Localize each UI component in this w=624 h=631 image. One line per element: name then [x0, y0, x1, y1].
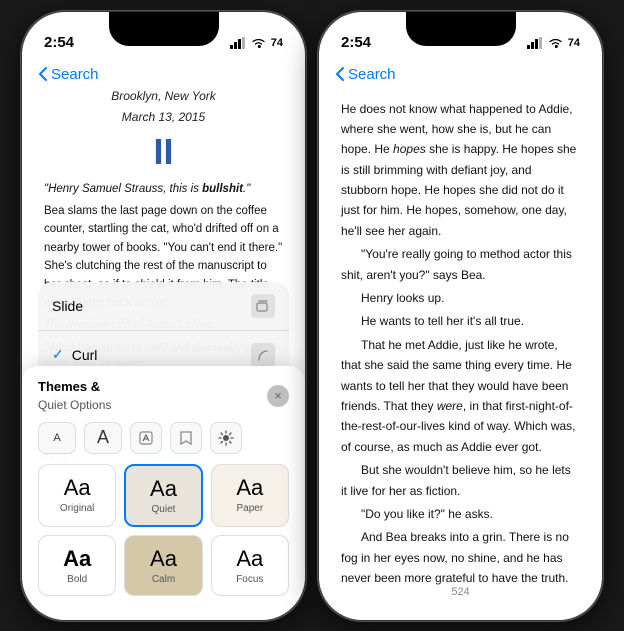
page-number: 524 — [451, 586, 469, 598]
theme-quiet[interactable]: Aa Quiet — [124, 464, 202, 527]
transition-slide-label: Slide — [52, 298, 83, 314]
status-icons-right: 74 — [527, 37, 580, 49]
transition-slide[interactable]: Slide — [38, 282, 289, 331]
back-button-left[interactable]: Search — [38, 66, 99, 83]
phones-container: 2:54 74 — [21, 11, 603, 621]
theme-calm-label: Calm — [135, 574, 191, 585]
transition-curl-label: Curl — [72, 347, 251, 363]
bookmark-button[interactable] — [170, 422, 202, 454]
right-phone: 2:54 74 — [318, 11, 603, 621]
font-small-button[interactable]: A — [38, 422, 76, 454]
theme-original-label: Original — [49, 503, 105, 514]
theme-calm[interactable]: Aa Calm — [124, 535, 202, 596]
brightness-button[interactable] — [210, 422, 242, 454]
wifi-icon-right — [548, 37, 563, 49]
slide-icon — [251, 294, 275, 318]
theme-bold-aa: Aa — [49, 546, 105, 572]
notch — [109, 12, 219, 46]
check-icon: ✓ — [52, 346, 64, 363]
theme-paper[interactable]: Aa Paper — [211, 464, 289, 527]
nav-bar-left[interactable]: Search — [22, 60, 305, 87]
nav-bar-right[interactable]: Search — [319, 60, 602, 87]
signal-icon — [230, 37, 246, 49]
theme-paper-label: Paper — [222, 503, 278, 514]
theme-calm-aa: Aa — [135, 546, 191, 572]
wifi-icon — [251, 37, 266, 49]
book-location: Brooklyn, New York — [44, 87, 283, 107]
status-icons-left: 74 — [230, 37, 283, 49]
font-controls: A A — [38, 422, 289, 454]
font-type-button[interactable] — [130, 422, 162, 454]
close-button[interactable]: × — [267, 385, 289, 407]
theme-quiet-aa: Aa — [136, 476, 190, 502]
theme-focus-aa: Aa — [222, 546, 278, 572]
notch-right — [406, 12, 516, 46]
battery-left: 74 — [271, 37, 283, 49]
book-date: March 13, 2015 — [44, 108, 283, 128]
font-large-button[interactable]: A — [84, 422, 122, 454]
time-right: 2:54 — [341, 34, 371, 51]
battery-right: 74 — [568, 37, 580, 49]
book-content-right: He does not know what happened to Addie,… — [319, 87, 602, 595]
theme-quiet-label: Quiet — [136, 504, 190, 515]
theme-focus[interactable]: Aa Focus — [211, 535, 289, 596]
theme-original-aa: Aa — [49, 475, 105, 501]
theme-grid: Aa Original Aa Quiet Aa Paper Aa Bold — [38, 464, 289, 596]
quiet-options-label: Quiet Options — [38, 398, 111, 412]
book-chapter: II — [44, 132, 283, 172]
themes-header: Themes & Quiet Options × — [38, 378, 289, 414]
theme-focus-label: Focus — [222, 574, 278, 585]
signal-icon-right — [527, 37, 543, 49]
theme-bold-label: Bold — [49, 574, 105, 585]
themes-title: Themes & — [38, 379, 100, 394]
time-left: 2:54 — [44, 34, 74, 51]
theme-original[interactable]: Aa Original — [38, 464, 116, 527]
theme-paper-aa: Aa — [222, 475, 278, 501]
back-button-right[interactable]: Search — [335, 66, 396, 83]
theme-bold[interactable]: Aa Bold — [38, 535, 116, 596]
themes-panel: Themes & Quiet Options × A A — [22, 366, 305, 620]
curl-icon — [251, 343, 275, 367]
left-phone: 2:54 74 — [21, 11, 306, 621]
